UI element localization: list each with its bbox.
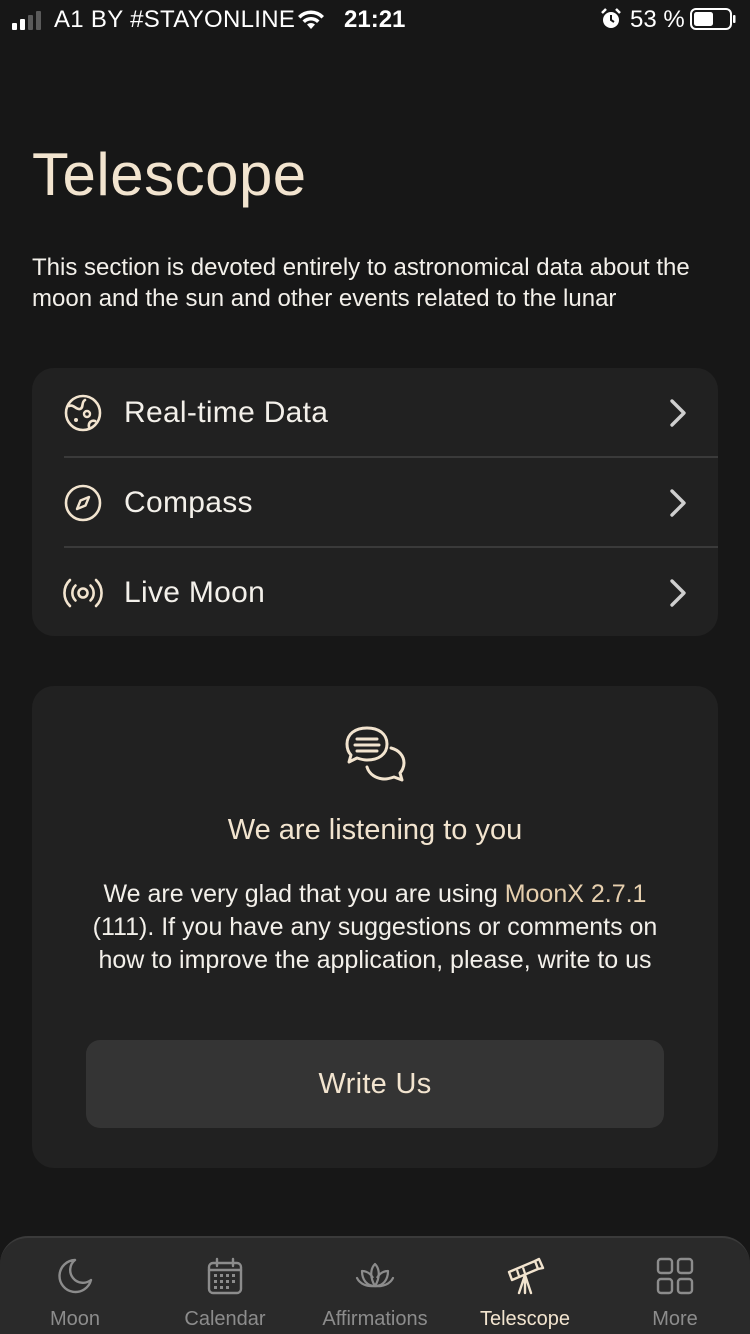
tab-bar: Moon Calendar Affirmations Telescope Mor… [0,1236,750,1334]
feedback-card: We are listening to you We are very glad… [32,686,718,1168]
clock: 21:21 [344,6,406,33]
menu-item-compass[interactable]: Compass [32,458,718,547]
tab-telescope[interactable]: Telescope [450,1238,600,1334]
status-bar: A1 BY #STAYONLINE 21:21 53 % [0,0,750,40]
compass-icon [64,484,102,521]
broadcast-icon [63,578,103,607]
tab-label: More [652,1308,698,1330]
wifi-icon [298,10,324,29]
menu-item-label: Live Moon [124,575,266,609]
battery-percent: 53 % [630,6,685,33]
menu-item-live-moon[interactable]: Live Moon [32,548,718,637]
feedback-text-before: We are very glad that you are using [103,880,505,908]
write-us-button[interactable]: Write Us [86,1040,664,1128]
tab-label: Telescope [479,1308,571,1330]
tab-label: Affirmations [322,1308,428,1330]
menu-item-real-time-data[interactable]: Real-time Data [32,368,718,457]
telescope-menu: Real-time Data Compass Live Moon [32,368,718,636]
page-description: This section is devoted entirely to astr… [32,254,690,312]
battery-icon [690,8,736,30]
grid-icon [656,1257,694,1295]
carrier-name: A1 BY #STAYONLINE [54,6,296,33]
feedback-message: We are very glad that you are using Moon… [82,878,668,977]
globe-icon [64,394,102,431]
menu-item-label: Real-time Data [124,395,329,429]
lotus-icon [355,1262,395,1288]
chat-bubbles-icon [345,726,406,782]
tab-more[interactable]: More [600,1238,750,1334]
tab-label: Calendar [184,1308,266,1330]
tab-moon[interactable]: Moon [0,1238,150,1334]
chevron-right-icon [670,578,686,607]
tab-affirmations[interactable]: Affirmations [300,1238,450,1334]
tab-calendar[interactable]: Calendar [150,1238,300,1334]
signal-strength-icon [12,10,41,30]
tab-label: Moon [49,1308,101,1330]
chevron-right-icon [670,398,686,427]
moon-icon [58,1258,93,1294]
menu-item-label: Compass [124,485,253,519]
telescope-icon [507,1257,545,1295]
alarm-icon [601,8,621,28]
page-title: Telescope [32,141,307,208]
calendar-icon [207,1257,243,1295]
feedback-text-after: (111). If you have any suggestions or co… [92,913,658,974]
chevron-right-icon [670,488,686,517]
feedback-title: We are listening to you [227,814,523,846]
app-version: MoonX 2.7.1 [504,880,647,908]
